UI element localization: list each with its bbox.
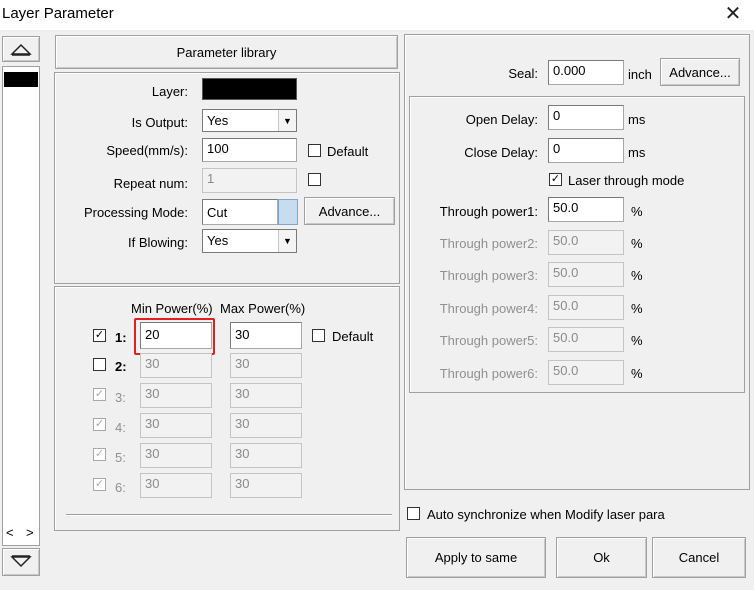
laser-through-checkbox[interactable]: ✓: [549, 173, 562, 186]
min-power-6-input[interactable]: 30: [140, 473, 212, 498]
through-power-6-label: Through power6:: [439, 366, 538, 381]
laser-through-label: Laser through mode: [568, 173, 685, 188]
processing-mode-dropdown-button[interactable]: [278, 199, 298, 225]
max-power-header: Max Power(%): [220, 301, 306, 316]
ok-button[interactable]: Ok: [556, 537, 647, 578]
max-power-5-input[interactable]: 30: [230, 443, 302, 468]
max-power-3-input[interactable]: 30: [230, 383, 302, 408]
close-icon[interactable]: ✕: [722, 2, 744, 26]
through-power-1-label: Through power1:: [439, 204, 538, 219]
processing-mode-label: Processing Mode:: [83, 205, 188, 220]
speed-default-checkbox[interactable]: [308, 144, 321, 157]
speed-default-label: Default: [327, 144, 369, 159]
min-power-5-input[interactable]: 30: [140, 443, 212, 468]
through-power-2-label: Through power2:: [439, 236, 538, 251]
window-title: Layer Parameter: [2, 5, 114, 22]
power-row-3-label: 3:: [115, 390, 126, 405]
power-row-4-checkbox[interactable]: ✓: [93, 418, 106, 431]
scroll-right-icon[interactable]: >: [26, 525, 34, 540]
highlight-box: [134, 318, 215, 355]
power-default-checkbox[interactable]: [312, 329, 325, 342]
scroll-up-button[interactable]: [2, 36, 40, 62]
open-delay-unit: ms: [628, 112, 646, 127]
seal-label: Seal:: [508, 66, 538, 81]
through-power-2-unit: %: [631, 236, 643, 251]
seal-input[interactable]: 0.000: [548, 60, 624, 85]
through-power-4-unit: %: [631, 301, 643, 316]
min-power-3-input[interactable]: 30: [140, 383, 212, 408]
triangle-down-icon: [10, 555, 32, 568]
apply-to-same-button[interactable]: Apply to same: [406, 537, 546, 578]
power-row-5-checkbox[interactable]: ✓: [93, 448, 106, 461]
repeat-checkbox[interactable]: [308, 173, 321, 186]
power-default-label: Default: [332, 329, 374, 344]
layer-label: Layer:: [151, 84, 188, 99]
power-row-4-label: 4:: [115, 420, 126, 435]
triangle-up-icon: [10, 43, 32, 56]
layer-list[interactable]: [2, 66, 40, 546]
min-power-header: Min Power(%): [131, 301, 213, 316]
repeat-input[interactable]: 1: [202, 168, 297, 193]
max-power-4-input[interactable]: 30: [230, 413, 302, 438]
max-power-2-input[interactable]: 30: [230, 353, 302, 378]
open-delay-input[interactable]: 0: [548, 105, 624, 130]
power-row-5-label: 5:: [115, 450, 126, 465]
auto-sync-label: Auto synchronize when Modify laser para: [427, 507, 665, 522]
power-row-2-label: 2:: [115, 359, 127, 374]
mode-advance-button[interactable]: Advance...: [304, 197, 395, 225]
auto-sync-checkbox[interactable]: [407, 507, 420, 520]
power-row-6-checkbox[interactable]: ✓: [93, 478, 106, 491]
power-row-6-label: 6:: [115, 480, 126, 495]
seal-unit: inch: [628, 67, 652, 82]
power-row-2-checkbox[interactable]: [93, 358, 106, 371]
power-row-1-label: 1:: [115, 330, 127, 345]
through-power-3-unit: %: [631, 268, 643, 283]
if-blowing-select[interactable]: Yes ▼: [202, 229, 297, 253]
max-power-6-input[interactable]: 30: [230, 473, 302, 498]
min-power-2-input[interactable]: 30: [140, 353, 212, 378]
close-delay-input[interactable]: 0: [548, 138, 624, 163]
through-power-1-unit: %: [631, 204, 643, 219]
scroll-left-icon[interactable]: <: [6, 525, 14, 540]
parameter-library-button[interactable]: Parameter library: [55, 35, 398, 69]
speed-label: Speed(mm/s):: [106, 143, 188, 158]
through-power-3-label: Through power3:: [439, 268, 538, 283]
scroll-down-button[interactable]: [2, 548, 40, 576]
layer-list-item[interactable]: [4, 72, 38, 87]
speed-input[interactable]: 100: [202, 138, 297, 162]
seal-advance-button[interactable]: Advance...: [660, 58, 740, 86]
through-power-5-input[interactable]: 50.0: [548, 327, 624, 352]
processing-mode-select[interactable]: Cut: [202, 199, 278, 225]
through-power-4-label: Through power4:: [439, 301, 538, 316]
open-delay-label: Open Delay:: [465, 112, 538, 127]
min-power-4-input[interactable]: 30: [140, 413, 212, 438]
chevron-down-icon: ▼: [278, 110, 296, 131]
through-power-3-input[interactable]: 50.0: [548, 262, 624, 287]
layer-color-swatch[interactable]: [202, 78, 297, 100]
power-row-3-checkbox[interactable]: ✓: [93, 388, 106, 401]
through-power-6-input[interactable]: 50.0: [548, 360, 624, 385]
power-frame: [54, 286, 400, 531]
through-power-5-label: Through power5:: [439, 333, 538, 348]
if-blowing-label: If Blowing:: [128, 235, 188, 250]
power-row-1-checkbox[interactable]: ✓: [93, 329, 106, 342]
repeat-label: Repeat num:: [113, 176, 188, 191]
through-power-5-unit: %: [631, 333, 643, 348]
through-power-2-input[interactable]: 50.0: [548, 230, 624, 255]
cancel-button[interactable]: Cancel: [652, 537, 746, 578]
max-power-1-input[interactable]: 30: [230, 322, 302, 349]
divider: [66, 514, 392, 516]
chevron-down-icon: ▼: [278, 230, 296, 252]
is-output-select[interactable]: Yes ▼: [202, 109, 297, 132]
through-power-6-unit: %: [631, 366, 643, 381]
through-power-4-input[interactable]: 50.0: [548, 295, 624, 320]
is-output-label: Is Output:: [131, 115, 188, 130]
close-delay-label: Close Delay:: [464, 145, 538, 160]
through-power-1-input[interactable]: 50.0: [548, 197, 624, 222]
close-delay-unit: ms: [628, 145, 646, 160]
